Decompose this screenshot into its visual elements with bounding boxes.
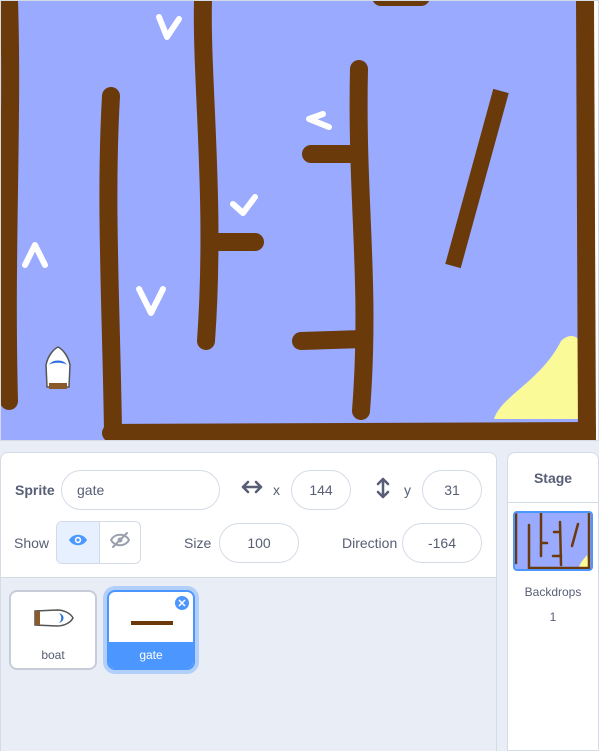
backdrops-label: Backdrops [524,585,582,599]
sprite-tile-boat[interactable]: boat [9,590,97,670]
gate-thumbnail [131,614,173,632]
sprite-tile-name: boat [41,648,65,662]
delete-sprite-button[interactable]: ✕ [174,595,190,611]
x-position-input[interactable]: 144 [291,470,351,510]
eye-icon [68,533,88,552]
show-sprite-button[interactable] [57,522,99,563]
horizontal-arrows-icon [241,479,263,500]
stage-title: Stage [508,453,598,503]
stage-canvas[interactable] [0,0,599,441]
sprite-info-panel: Sprite gate x 144 y 31 Show Size 100 Dir… [0,452,497,578]
boat-thumbnail [33,606,75,635]
water-backdrop [1,1,587,440]
show-label: Show [14,535,50,551]
stage-selector[interactable]: Stage Backdrops 1 [507,452,599,751]
scratch-editor: Sprite gate x 144 y 31 Show Size 100 Dir… [0,0,599,751]
sprite-tile-name: gate [109,642,193,668]
stage-drawing [1,1,598,440]
backdrops-count: 1 [549,610,557,624]
visibility-toggle [56,521,141,564]
y-position-input[interactable]: 31 [422,470,482,510]
y-label: y [404,482,411,498]
sprite-label: Sprite [15,482,55,498]
sprite-list: boat ✕ gate [0,578,497,751]
size-label: Size [184,535,212,551]
vertical-arrows-icon [376,477,390,504]
close-icon: ✕ [177,597,187,610]
size-input[interactable]: 100 [219,523,299,563]
eye-slash-icon [109,531,130,554]
hide-sprite-button[interactable] [98,522,141,563]
direction-input[interactable]: -164 [402,523,482,563]
sprite-tile-gate[interactable]: ✕ gate [107,590,195,670]
backdrop-thumbnail[interactable] [513,511,593,571]
direction-label: Direction [342,535,398,551]
sprite-name-input[interactable]: gate [61,470,220,510]
x-label: x [273,482,280,498]
